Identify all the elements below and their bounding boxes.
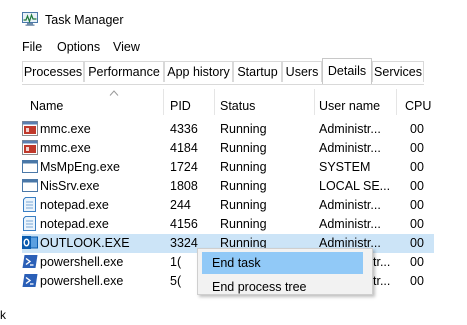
process-pid: 4336 (170, 122, 198, 136)
process-status: Running (220, 217, 267, 231)
process-name: MsMpEng.exe (40, 160, 120, 174)
menu-item-end-process-tree[interactable]: End process tree (202, 276, 363, 294)
title-bar: Task Manager (0, 0, 467, 34)
process-name: mmc.exe (40, 141, 91, 155)
menu-file[interactable]: File (22, 40, 42, 54)
tab-processes[interactable]: Processes (22, 61, 84, 82)
process-cpu: 00 (410, 141, 424, 155)
process-user: tr... (373, 274, 391, 288)
process-pid: 244 (170, 198, 191, 212)
process-status: Running (220, 179, 267, 193)
process-status: Running (220, 160, 267, 174)
sort-ascending-icon (109, 90, 119, 96)
app-window-icon (22, 160, 38, 173)
process-cpu: 00 (410, 179, 424, 193)
process-cpu: 00 (410, 217, 424, 231)
process-name: notepad.exe (40, 198, 109, 212)
column-divider[interactable] (314, 89, 315, 115)
tab-strip: Processes Performance App history Startu… (22, 58, 424, 85)
column-status[interactable]: Status (220, 99, 255, 113)
table-row[interactable]: mmc.exe 4184 Running Administr... 00 (22, 139, 434, 158)
mmc-icon (22, 140, 38, 155)
tab-performance[interactable]: Performance (84, 61, 164, 82)
process-name: OUTLOOK.EXE (40, 236, 130, 250)
menu-item-end-task[interactable]: End task (202, 252, 363, 274)
stray-text-fragment: k (0, 308, 6, 322)
process-user: Administr... (319, 141, 381, 155)
process-user: tr... (373, 255, 391, 269)
powershell-icon (22, 274, 38, 287)
column-cpu[interactable]: CPU (405, 99, 431, 113)
process-cpu: 00 (410, 198, 424, 212)
column-header: Name PID Status User name CPU (22, 89, 434, 115)
bottom-area (0, 290, 467, 325)
process-name: powershell.exe (40, 255, 124, 269)
app-window-icon (22, 179, 38, 192)
table-row[interactable]: notepad.exe 4156 Running Administr... 00 (22, 215, 434, 234)
table-row[interactable]: mmc.exe 4336 Running Administr... 00 (22, 120, 434, 139)
table-row[interactable]: notepad.exe 244 Running Administr... 00 (22, 196, 434, 215)
process-cpu: 00 (410, 274, 424, 288)
process-pid: 1( (170, 255, 182, 269)
column-divider[interactable] (396, 89, 397, 115)
table-row[interactable]: NisSrv.exe 1808 Running LOCAL SE... 00 (22, 177, 434, 196)
task-manager-window: Task Manager File Options View Processes… (0, 0, 467, 325)
process-user: Administr... (319, 217, 381, 231)
tab-app-history[interactable]: App history (164, 61, 233, 82)
window-title: Task Manager (45, 13, 124, 27)
column-user-name[interactable]: User name (319, 99, 380, 113)
process-pid: 1808 (170, 179, 198, 193)
process-name: mmc.exe (40, 122, 91, 136)
process-user: Administr... (319, 122, 381, 136)
process-pid: 4184 (170, 141, 198, 155)
column-name[interactable]: Name (30, 99, 63, 113)
mmc-icon (22, 121, 38, 136)
process-pid: 1724 (170, 160, 198, 174)
process-pid: 5( (170, 274, 182, 288)
tab-services[interactable]: Services (372, 61, 424, 82)
process-cpu: 00 (410, 236, 424, 250)
process-status: Running (220, 198, 267, 212)
task-manager-icon (22, 12, 38, 26)
context-menu: End task End process tree (197, 248, 373, 295)
process-status: Running (220, 122, 267, 136)
notepad-icon (23, 216, 36, 231)
process-name: powershell.exe (40, 274, 124, 288)
powershell-icon (22, 255, 38, 268)
process-pid: 3324 (170, 236, 198, 250)
process-status: Running (220, 141, 267, 155)
column-divider[interactable] (163, 89, 164, 115)
process-cpu: 00 (410, 160, 424, 174)
tab-users[interactable]: Users (282, 61, 322, 82)
process-user: Administr... (319, 198, 381, 212)
outlook-icon (22, 236, 38, 249)
menu-options[interactable]: Options (57, 40, 100, 54)
tab-details[interactable]: Details (322, 58, 372, 84)
menu-view[interactable]: View (113, 40, 140, 54)
tab-startup[interactable]: Startup (233, 61, 282, 82)
process-user: LOCAL SE... (319, 179, 391, 193)
notepad-icon (23, 197, 36, 212)
process-user: SYSTEM (319, 160, 371, 174)
table-row[interactable]: MsMpEng.exe 1724 Running SYSTEM 00 (22, 158, 434, 177)
process-pid: 4156 (170, 217, 198, 231)
process-name: NisSrv.exe (40, 179, 100, 193)
process-cpu: 00 (410, 122, 424, 136)
column-pid[interactable]: PID (170, 99, 191, 113)
process-cpu: 00 (410, 255, 424, 269)
column-divider[interactable] (214, 89, 215, 115)
process-name: notepad.exe (40, 217, 109, 231)
